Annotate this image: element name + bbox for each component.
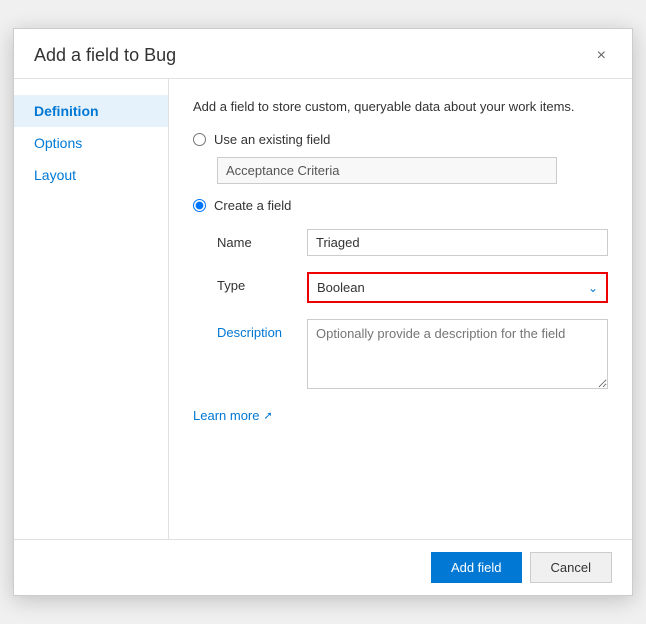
add-field-button[interactable]: Add field (431, 552, 522, 583)
description-input-container (307, 319, 608, 392)
name-input-container (307, 229, 608, 256)
sidebar-item-layout[interactable]: Layout (14, 159, 168, 191)
dialog-title: Add a field to Bug (34, 45, 176, 66)
use-existing-radio[interactable] (193, 133, 206, 146)
learn-more-container: Learn more ➚ (193, 408, 608, 423)
use-existing-option: Use an existing field (193, 132, 608, 147)
add-field-dialog: Add a field to Bug × Definition Options … (13, 28, 633, 596)
description-row: Description (217, 319, 608, 392)
type-row: Type Boolean DateTime Double HTML Histor… (217, 272, 608, 303)
dialog-header: Add a field to Bug × (14, 29, 632, 79)
name-label: Name (217, 229, 307, 250)
learn-more-link[interactable]: Learn more ➚ (193, 408, 273, 423)
sidebar: Definition Options Layout (14, 79, 169, 539)
type-select-wrapper: Boolean DateTime Double HTML History Ide… (307, 272, 608, 303)
close-button[interactable]: × (591, 46, 612, 66)
use-existing-label[interactable]: Use an existing field (214, 132, 330, 147)
external-link-icon: ➚ (263, 409, 272, 422)
existing-field-container (217, 157, 608, 184)
content-description: Add a field to store custom, queryable d… (193, 99, 608, 114)
content-area: Add a field to store custom, queryable d… (169, 79, 632, 539)
description-textarea[interactable] (307, 319, 608, 389)
name-row: Name (217, 229, 608, 256)
create-field-section: Name Type Boolean DateTime Double (217, 229, 608, 392)
type-label: Type (217, 272, 307, 293)
sidebar-item-definition[interactable]: Definition (14, 95, 168, 127)
existing-field-input (217, 157, 557, 184)
create-field-radio[interactable] (193, 199, 206, 212)
dialog-footer: Add field Cancel (14, 539, 632, 595)
dialog-body: Definition Options Layout Add a field to… (14, 79, 632, 539)
radio-group: Use an existing field Create a field (193, 132, 608, 213)
type-select-container: Boolean DateTime Double HTML History Ide… (307, 272, 608, 303)
sidebar-item-options[interactable]: Options (14, 127, 168, 159)
description-label: Description (217, 319, 307, 340)
create-field-option: Create a field (193, 198, 608, 213)
cancel-button[interactable]: Cancel (530, 552, 612, 583)
name-input[interactable] (307, 229, 608, 256)
create-field-label[interactable]: Create a field (214, 198, 291, 213)
type-select[interactable]: Boolean DateTime Double HTML History Ide… (307, 272, 608, 303)
